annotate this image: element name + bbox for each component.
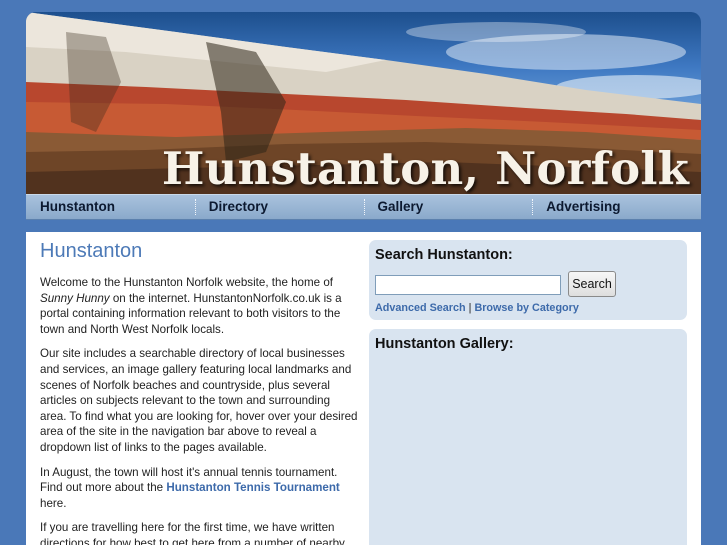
nav-item-directory[interactable]: Directory	[194, 195, 364, 219]
site-title: Hunstanton, Norfolk	[161, 142, 689, 194]
main-column: Hunstanton Welcome to the Hunstanton Nor…	[40, 240, 358, 545]
site-overview-paragraph: Our site includes a searchable directory…	[40, 347, 358, 454]
search-links: Advanced Search | Browse by Category	[375, 302, 579, 314]
intro-text: Welcome to the Hunstanton Norfolk websit…	[40, 276, 334, 289]
browse-by-category-link[interactable]: Browse by Category	[474, 302, 578, 314]
nav-item-gallery[interactable]: Gallery	[363, 195, 533, 219]
page-title: Hunstanton	[40, 240, 143, 262]
nav-item-hunstanton[interactable]: Hunstanton	[26, 195, 195, 219]
gallery-title: Hunstanton Gallery:	[375, 336, 514, 352]
main-nav: Hunstanton Directory Gallery Advertising	[26, 194, 701, 220]
content-area: Hunstanton Welcome to the Hunstanton Nor…	[26, 232, 701, 545]
search-button[interactable]: Search	[568, 271, 616, 297]
tennis-paragraph: In August, the town will host it's annua…	[40, 465, 358, 512]
page-header: Hunstanton, Norfolk Hunstanton Directory…	[26, 12, 701, 220]
link-separator: |	[468, 302, 472, 314]
advanced-search-link[interactable]: Advanced Search	[375, 302, 466, 314]
directions-paragraph: If you are travelling here for the first…	[40, 521, 345, 545]
header-banner: Hunstanton, Norfolk	[26, 12, 701, 194]
separator-strip	[26, 220, 701, 232]
search-panel: Search Hunstanton: Search Advanced Searc…	[369, 240, 687, 320]
intro-paragraph: Welcome to the Hunstanton Norfolk websit…	[40, 275, 358, 337]
sunny-hunny-text: Sunny Hunny	[40, 291, 110, 305]
search-input[interactable]	[375, 275, 561, 295]
sidebar: Search Hunstanton: Search Advanced Searc…	[369, 240, 687, 545]
tennis-text-cont: here.	[40, 496, 67, 510]
gallery-panel: Hunstanton Gallery:	[369, 329, 687, 545]
search-title: Search Hunstanton:	[375, 247, 513, 263]
tennis-tournament-link[interactable]: Hunstanton Tennis Tournament	[166, 481, 339, 494]
nav-item-advertising[interactable]: Advertising	[532, 195, 701, 219]
